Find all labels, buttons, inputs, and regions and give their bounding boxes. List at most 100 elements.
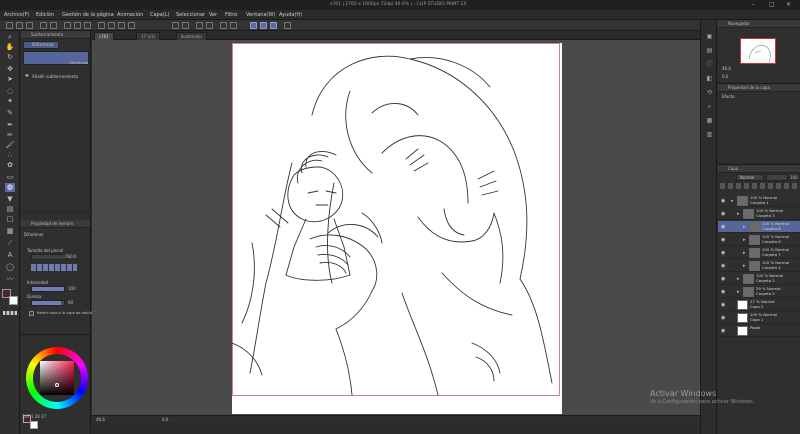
layer-row[interactable]: ◉ ▸ 100 % Normal Carpeta 3: [718, 208, 800, 220]
frame-tool-icon[interactable]: ▦: [5, 227, 15, 236]
visibility-eye-icon[interactable]: ◉: [721, 315, 725, 321]
navigator-angle[interactable]: 0.0: [722, 74, 728, 79]
status-angle[interactable]: 0.0: [162, 417, 168, 422]
eraser-tool-icon[interactable]: ▭: [5, 173, 15, 182]
eyedropper-icon[interactable]: ✎: [5, 109, 15, 118]
lasso-tool-icon[interactable]: ◌: [5, 87, 15, 96]
undo-icon[interactable]: [40, 22, 47, 29]
transparent-color-swatch[interactable]: [3, 311, 17, 315]
fill-tool-icon[interactable]: ▼: [5, 195, 15, 204]
subtool-preset[interactable]: Difuminar: [23, 51, 89, 65]
snap-special-ruler-icon[interactable]: [250, 22, 257, 29]
menu-filter[interactable]: Filtro: [225, 12, 237, 18]
airbrush-tool-icon[interactable]: ∴: [5, 151, 15, 160]
layer-row[interactable]: ◉ Papel: [718, 325, 800, 337]
layer-panel-icon[interactable]: ▥: [705, 130, 714, 139]
text-tool-icon[interactable]: A: [5, 251, 15, 260]
menu-window[interactable]: Ventana(W): [246, 12, 275, 18]
saturation-value-square[interactable]: [40, 361, 74, 395]
open-icon[interactable]: [16, 22, 23, 29]
subtool-tab[interactable]: Difuminar: [23, 41, 59, 49]
redo-icon[interactable]: [50, 22, 57, 29]
clear-icon[interactable]: [64, 22, 71, 29]
operation-tool-icon[interactable]: ➤: [5, 75, 15, 84]
menu-edit[interactable]: Edición: [36, 12, 54, 18]
layer-row[interactable]: ◉ 100 % Normal Capa 1: [718, 312, 800, 324]
layer-row[interactable]: ◉ ▸ 29 % Normal Carpeta 5: [718, 286, 800, 298]
move-tool-icon[interactable]: ✥: [5, 65, 15, 74]
color-picker-cursor[interactable]: [55, 383, 59, 387]
layer-row[interactable]: ◉ ▸ 100 % Normal Carpeta 8: [718, 221, 800, 233]
visibility-eye-icon[interactable]: ◉: [721, 224, 725, 230]
magic-wand-icon[interactable]: ✦: [5, 97, 15, 106]
balloon-tool-icon[interactable]: ◯: [5, 263, 15, 272]
maximize-icon[interactable]: □: [769, 1, 775, 8]
info-panel-icon[interactable]: ⓘ: [705, 60, 714, 69]
new-file-icon[interactable]: [6, 22, 13, 29]
brush-size-field[interactable]: [31, 254, 67, 260]
menu-select[interactable]: Seleccionar: [176, 12, 205, 18]
visibility-eye-icon[interactable]: ◉: [721, 328, 725, 334]
folder-expand-icon[interactable]: ▸: [737, 276, 740, 282]
menu-file[interactable]: Archivo(F): [4, 12, 29, 18]
gradient-tool-icon[interactable]: ▤: [5, 205, 15, 214]
decoration-tool-icon[interactable]: ✿: [5, 161, 15, 170]
rotate-tool-icon[interactable]: ↻: [5, 53, 15, 62]
select-all-icon[interactable]: [108, 22, 115, 29]
menu-help[interactable]: Ayuda(H): [279, 12, 302, 18]
visibility-eye-icon[interactable]: ◉: [721, 211, 725, 217]
visibility-eye-icon[interactable]: ◉: [721, 198, 725, 204]
menu-view[interactable]: Ver: [209, 12, 217, 18]
grid-icon[interactable]: [196, 22, 203, 29]
tab-17[interactable]: 17 (s1): [136, 32, 161, 40]
snap-ruler-icon[interactable]: [220, 22, 227, 29]
visibility-eye-icon[interactable]: ◉: [721, 302, 725, 308]
brush-tool-icon[interactable]: 🖌: [5, 141, 15, 150]
refer-layer-checkbox[interactable]: [29, 311, 34, 316]
navigator-thumbnail[interactable]: [740, 38, 776, 64]
layer-row[interactable]: ◉ ▸ 100 % Normal Carpeta 6: [718, 234, 800, 246]
folder-expand-icon[interactable]: ▸: [743, 250, 746, 256]
ruler-tool-icon[interactable]: ⟋: [5, 239, 15, 248]
layer-row[interactable]: ◉ ▸ 100 % Normal Carpeta 4: [718, 260, 800, 272]
menu-animation[interactable]: Animación: [117, 12, 143, 18]
layer-row[interactable]: ◉ ▸ 100 % Normal Carpeta 1: [718, 195, 800, 207]
visibility-eye-icon[interactable]: ◉: [721, 250, 725, 256]
folder-expand-icon[interactable]: ▸: [743, 224, 746, 230]
minimize-icon[interactable]: –: [752, 1, 755, 8]
pencil-tool-icon[interactable]: ✏: [5, 131, 15, 140]
pen-tool-icon[interactable]: ✒: [5, 121, 15, 130]
layer-row[interactable]: ◉ 27 % Normal Capa 2: [718, 299, 800, 311]
folder-expand-icon[interactable]: ▸: [737, 211, 740, 217]
intensity-slider[interactable]: [31, 286, 65, 292]
stabilization-icon[interactable]: [260, 22, 267, 29]
save-icon[interactable]: [26, 22, 33, 29]
blend-tool-icon[interactable]: ◍: [5, 183, 15, 192]
folder-expand-icon[interactable]: ▸: [731, 198, 734, 204]
navigator-panel-icon[interactable]: ▣: [705, 32, 714, 41]
menu-layer[interactable]: Capa(L): [150, 12, 169, 18]
tab-s761[interactable]: s761: [94, 32, 114, 40]
hand-tool-icon[interactable]: ✋: [5, 43, 15, 52]
visibility-eye-icon[interactable]: ◉: [721, 276, 725, 282]
transform-icon[interactable]: [98, 22, 105, 29]
close-icon[interactable]: ✕: [786, 1, 791, 8]
sub-color-chip[interactable]: [30, 421, 38, 429]
folder-expand-icon[interactable]: ▸: [743, 237, 746, 243]
add-subtool-label[interactable]: Añadir subherramienta: [32, 74, 78, 79]
color-icon[interactable]: [284, 22, 291, 29]
brush-size-presets[interactable]: [31, 264, 77, 271]
navigator-zoom[interactable]: 46.6: [722, 66, 731, 71]
visibility-eye-icon[interactable]: ◉: [721, 237, 725, 243]
add-subtool-icon[interactable]: ✚: [25, 74, 29, 79]
menu-page[interactable]: Gestión de la página: [62, 12, 114, 18]
layer-search-panel-icon[interactable]: ⌕: [705, 102, 714, 111]
snap-icon[interactable]: [172, 22, 179, 29]
subview-panel-icon[interactable]: ▤: [705, 46, 714, 55]
visibility-eye-icon[interactable]: ◉: [721, 289, 725, 295]
zoom-tool-icon[interactable]: ⌕: [5, 33, 15, 42]
guide-icon[interactable]: [206, 22, 213, 29]
figure-tool-icon[interactable]: □: [5, 215, 15, 224]
tab-ilustracion[interactable]: Ilustración: [176, 32, 207, 40]
folder-expand-icon[interactable]: ▸: [737, 289, 740, 295]
